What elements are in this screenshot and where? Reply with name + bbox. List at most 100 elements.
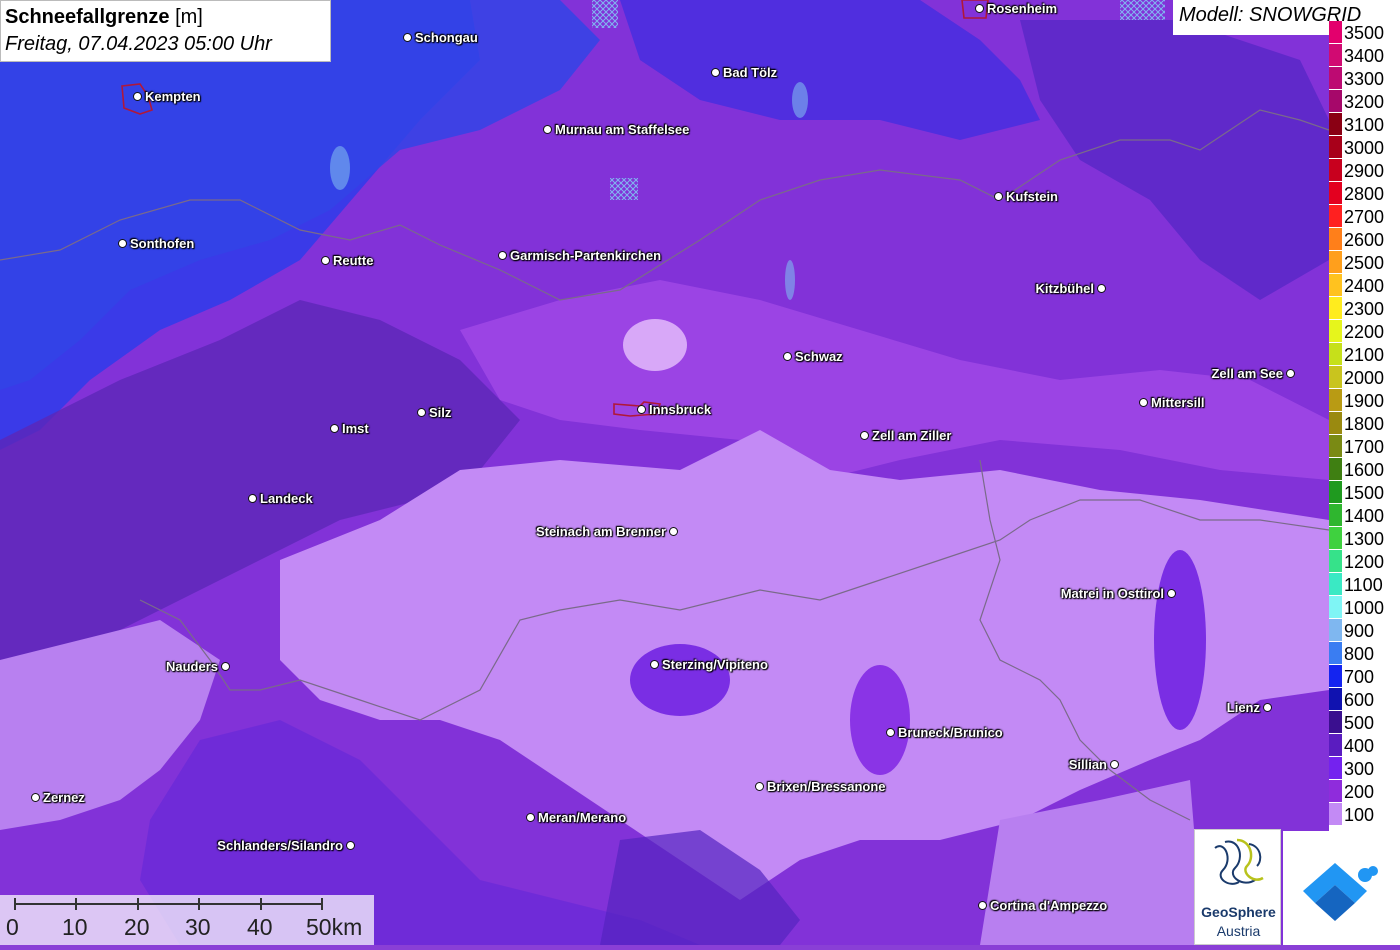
city-name: Lienz xyxy=(1226,700,1260,715)
title-panel: Schneefallgrenze [m] Freitag, 07.04.2023… xyxy=(0,0,331,62)
city-name: Landeck xyxy=(260,491,313,506)
city-dot-icon xyxy=(860,431,869,441)
title-unit: [m] xyxy=(175,6,203,28)
city-label: Rosenheim xyxy=(975,1,1057,17)
city-label: Schwaz xyxy=(783,349,843,365)
legend-label: 100 xyxy=(1344,805,1375,825)
city-dot-icon xyxy=(975,4,984,14)
legend-label: 200 xyxy=(1344,782,1375,802)
legend-swatch xyxy=(1329,90,1342,113)
scale-tick xyxy=(260,898,262,910)
legend-row: 2800 xyxy=(1329,182,1400,205)
city-name: Zell am Ziller xyxy=(872,428,952,443)
city-dot-icon xyxy=(133,92,142,102)
lake-2 xyxy=(792,82,808,118)
scale-tick xyxy=(198,898,200,910)
city-label: Meran/Merano xyxy=(526,810,626,826)
scale-tick xyxy=(14,898,16,910)
city-dot-icon xyxy=(755,782,764,792)
legend-swatch xyxy=(1329,803,1342,826)
zone-blob-bruneck xyxy=(850,665,910,775)
city-dot-icon xyxy=(1110,760,1119,770)
legend-swatch xyxy=(1329,573,1342,596)
lake-hatched-1 xyxy=(592,0,618,28)
city-name: Kempten xyxy=(145,89,201,104)
city-dot-icon xyxy=(346,841,355,851)
city-label: Zell am Ziller xyxy=(860,428,951,444)
legend-row: 1300 xyxy=(1329,527,1400,550)
legend-label: 2500 xyxy=(1344,253,1385,273)
city-name: Sonthofen xyxy=(130,236,195,251)
scale-bar: 0 10 20 30 40 50km xyxy=(0,895,374,945)
city-label: Lienz xyxy=(1227,700,1272,716)
legend-label: 1100 xyxy=(1344,575,1383,595)
geosphere-icon xyxy=(1214,838,1264,885)
legend-row: 700 xyxy=(1329,665,1400,688)
city-dot-icon xyxy=(118,239,127,249)
legend-swatch xyxy=(1329,389,1342,412)
city-dot-icon xyxy=(1167,589,1176,599)
city-name: Kufstein xyxy=(1006,189,1058,204)
legend-label: 1900 xyxy=(1344,391,1385,411)
city-name: Reutte xyxy=(333,253,374,268)
lake-hatched-3 xyxy=(610,178,638,200)
city-name: Steinach am Brenner xyxy=(535,524,666,539)
legend-row: 2200 xyxy=(1329,320,1400,343)
legend-row: 3000 xyxy=(1329,136,1400,159)
city-label: Reutte xyxy=(321,253,373,269)
legend: 3500 3400 3300 3200 3100 3000 2900 2800 2700 2600… xyxy=(1329,21,1400,832)
city-dot-icon xyxy=(248,494,257,504)
legend-swatch xyxy=(1329,412,1342,435)
city-dot-icon xyxy=(417,408,426,418)
legend-label: 2800 xyxy=(1344,184,1385,204)
scale-tick xyxy=(137,898,139,910)
legend-label: 1700 xyxy=(1344,437,1385,457)
legend-row: 1900 xyxy=(1329,389,1400,412)
legend-row: 400 xyxy=(1329,734,1400,757)
legend-row: 800 xyxy=(1329,642,1400,665)
legend-label: 3500 xyxy=(1344,23,1385,43)
city-name: Schongau xyxy=(415,30,478,45)
city-label: Sterzing/Vipiteno xyxy=(650,657,768,673)
legend-swatch xyxy=(1329,320,1342,343)
city-dot-icon xyxy=(31,793,40,803)
legend-swatch xyxy=(1329,619,1342,642)
legend-row: 3200 xyxy=(1329,90,1400,113)
city-dot-icon xyxy=(669,527,678,537)
legend-label: 1400 xyxy=(1344,506,1385,526)
scale-label: 40 xyxy=(247,914,273,940)
city-label: Bad Tölz xyxy=(711,65,777,81)
lake-3 xyxy=(785,260,795,300)
legend-label: 2300 xyxy=(1344,299,1385,319)
city-dot-icon xyxy=(711,68,720,78)
legend-swatch xyxy=(1329,297,1342,320)
legend-label: 1800 xyxy=(1344,414,1385,434)
city-name: Meran/Merano xyxy=(538,810,627,825)
legend-row: 3300 xyxy=(1329,67,1400,90)
city-label: Kitzbühel xyxy=(1036,281,1106,297)
city-dot-icon xyxy=(321,256,330,266)
legend-label: 2600 xyxy=(1344,230,1385,250)
city-label: Cortina d'Ampezzo xyxy=(978,898,1107,914)
legend-label: 2200 xyxy=(1344,322,1385,342)
legend-swatch xyxy=(1329,274,1342,297)
legend-row: 2100 xyxy=(1329,343,1400,366)
legend-label: 3000 xyxy=(1344,138,1385,158)
city-label: Steinach am Brenner xyxy=(536,524,678,540)
legend-row: 1500 xyxy=(1329,481,1400,504)
city-name: Garmisch-Partenkirchen xyxy=(510,248,662,263)
city-name: Schlanders/Silandro xyxy=(217,838,343,853)
legend-swatch xyxy=(1329,550,1342,573)
lake-hatched-2 xyxy=(1120,0,1165,20)
legend-row: 2400 xyxy=(1329,274,1400,297)
city-label: Schongau xyxy=(403,30,478,46)
legend-swatch xyxy=(1329,435,1342,458)
city-label: Zell am See xyxy=(1211,366,1295,382)
city-dot-icon xyxy=(221,662,230,672)
snow-cloud-icon xyxy=(1303,863,1378,921)
city-name: Zernez xyxy=(43,790,85,805)
city-dot-icon xyxy=(1263,703,1272,713)
snowfall-map[interactable] xyxy=(0,0,1400,945)
legend-swatch xyxy=(1329,67,1342,90)
lake-1 xyxy=(330,146,350,190)
